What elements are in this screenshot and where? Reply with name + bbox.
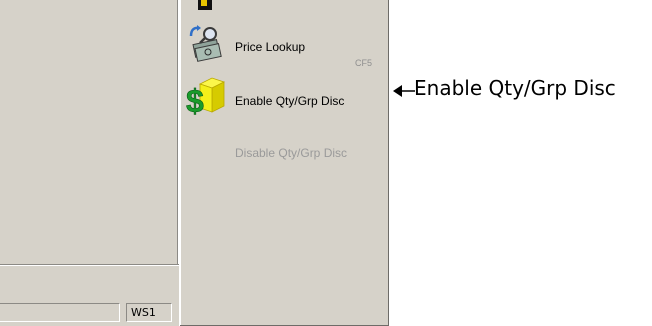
menu-item-price-lookup[interactable]: Price Lookup CF5 (180, 24, 386, 68)
money-search-icon (188, 24, 224, 68)
cropped-menu-icon-highlight (201, 0, 207, 6)
menu-item-disable-qty-grp-disc[interactable]: Disable Qty/Grp Disc (180, 136, 386, 176)
status-message-cell (0, 303, 120, 322)
annotation-arrow-icon (393, 85, 415, 97)
price-lookup-label: Price Lookup (235, 40, 306, 54)
horizontal-separator-highlight (0, 265, 179, 266)
enable-qty-grp-disc-label: Enable Qty/Grp Disc (235, 94, 345, 108)
workstation-status-cell: WS1 (126, 303, 172, 322)
panel-divider-highlight (178, 0, 179, 265)
disable-qty-grp-disc-label: Disable Qty/Grp Disc (235, 146, 348, 160)
svg-text:$: $ (186, 83, 204, 116)
annotation-label: Enable Qty/Grp Disc (414, 76, 616, 100)
dollar-box-icon: $ (186, 76, 226, 120)
main-content-panel (0, 0, 179, 326)
menu-panel-border-right (388, 0, 389, 326)
workstation-label: WS1 (131, 306, 156, 319)
price-lookup-shortcut: CF5 (354, 58, 372, 68)
menu-item-enable-qty-grp-disc[interactable]: $ Enable Qty/Grp Disc (180, 76, 386, 119)
function-menu-panel: Price Lookup CF5 $ Enable Qty/Grp Disc D… (180, 0, 389, 326)
status-bar: WS1 (0, 299, 179, 326)
